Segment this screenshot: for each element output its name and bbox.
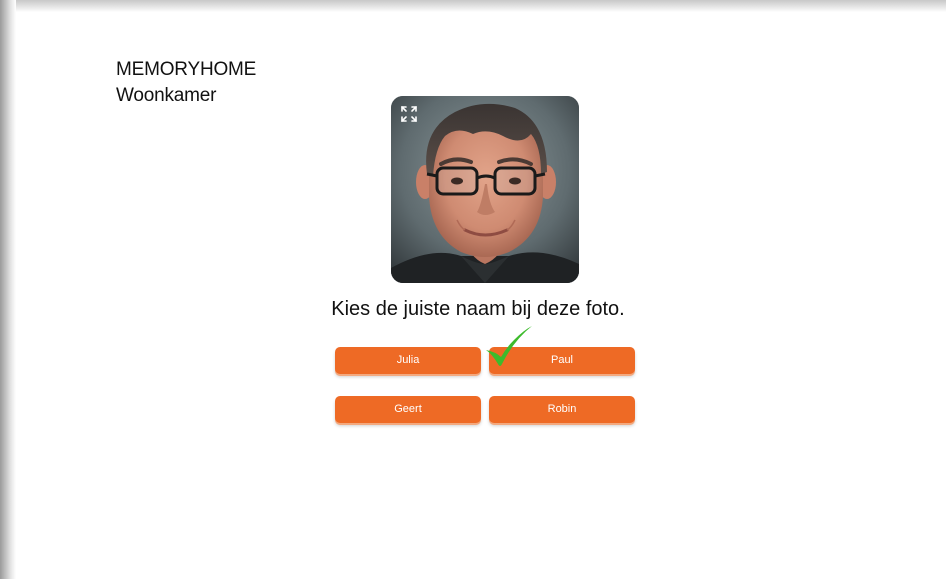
answer-button-robin[interactable]: Robin: [489, 396, 635, 423]
quiz-question: Kies de juiste naam bij deze foto.: [331, 298, 625, 320]
window-shadow-left: [0, 0, 16, 579]
room-title: Woonkamer: [116, 85, 217, 106]
app-window: MEMORYHOME Woonkamer Kies de juiste naam…: [0, 0, 946, 579]
person-photo[interactable]: [391, 96, 579, 283]
answer-button-paul[interactable]: Paul: [489, 347, 635, 374]
portrait-image: [391, 96, 579, 283]
app-title: MEMORYHOME: [116, 59, 257, 80]
answer-button-julia[interactable]: Julia: [335, 347, 481, 374]
expand-icon[interactable]: [400, 105, 418, 123]
window-shadow-top: [0, 0, 946, 12]
answer-button-geert[interactable]: Geert: [335, 396, 481, 423]
